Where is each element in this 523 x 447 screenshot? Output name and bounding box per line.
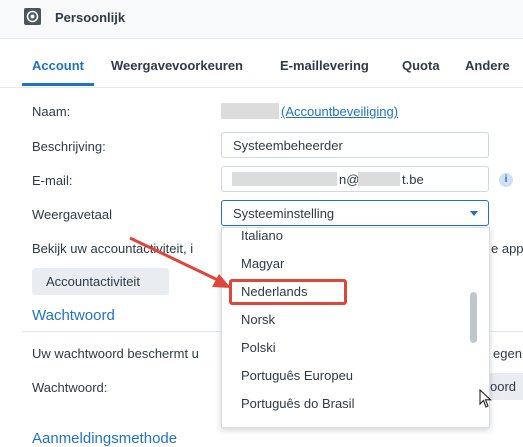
- annotation-arrow-icon: [129, 236, 231, 288]
- mouse-pointer-icon: [479, 389, 492, 408]
